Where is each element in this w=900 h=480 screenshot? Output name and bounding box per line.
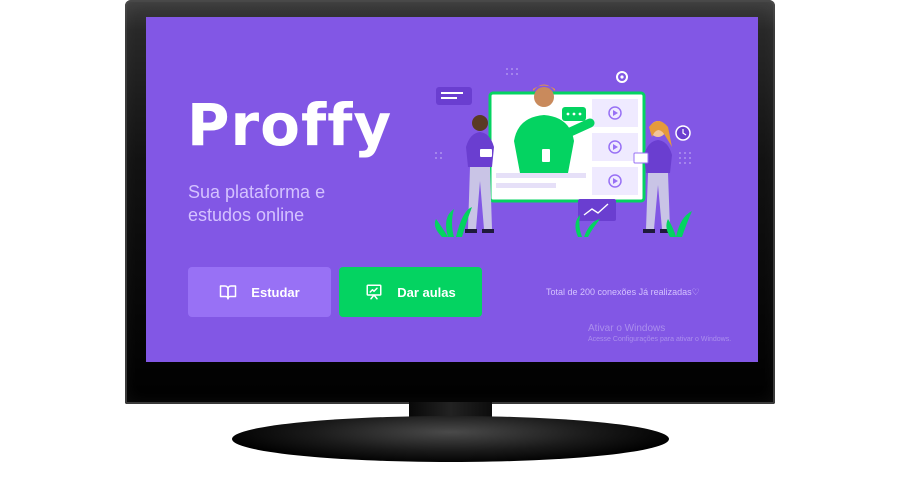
study-button-label: Estudar [251,284,300,300]
presentation-board-icon [366,284,382,300]
chat-bubble-icon [436,87,472,105]
video-thumbnails [592,99,638,195]
windows-activation-watermark: Ativar o Windows Acesse Configurações pa… [588,323,731,344]
study-button[interactable]: Estudar [188,267,331,317]
monitor-stand-base [232,416,669,462]
give-classes-button[interactable]: Dar aulas [339,267,482,317]
hero-illustration [434,68,692,237]
gear-icon [616,71,628,83]
windows-activation-subtitle: Acesse Configurações para ativar o Windo… [588,335,732,343]
proffy-logo: Proffy [187,91,393,159]
clock-icon [675,125,691,141]
tagline: Sua plataforma e estudos online [188,182,326,225]
book-open-icon [220,285,237,300]
windows-activation-title: Ativar o Windows [588,323,666,334]
chart-card-icon [578,199,616,221]
give-classes-button-label: Dar aulas [397,284,456,300]
landing-screen: Proffy Sua plataforma e estudos online E… [146,17,758,362]
total-connections: Total de 200 conexões Já realizadas♡ [546,287,700,297]
